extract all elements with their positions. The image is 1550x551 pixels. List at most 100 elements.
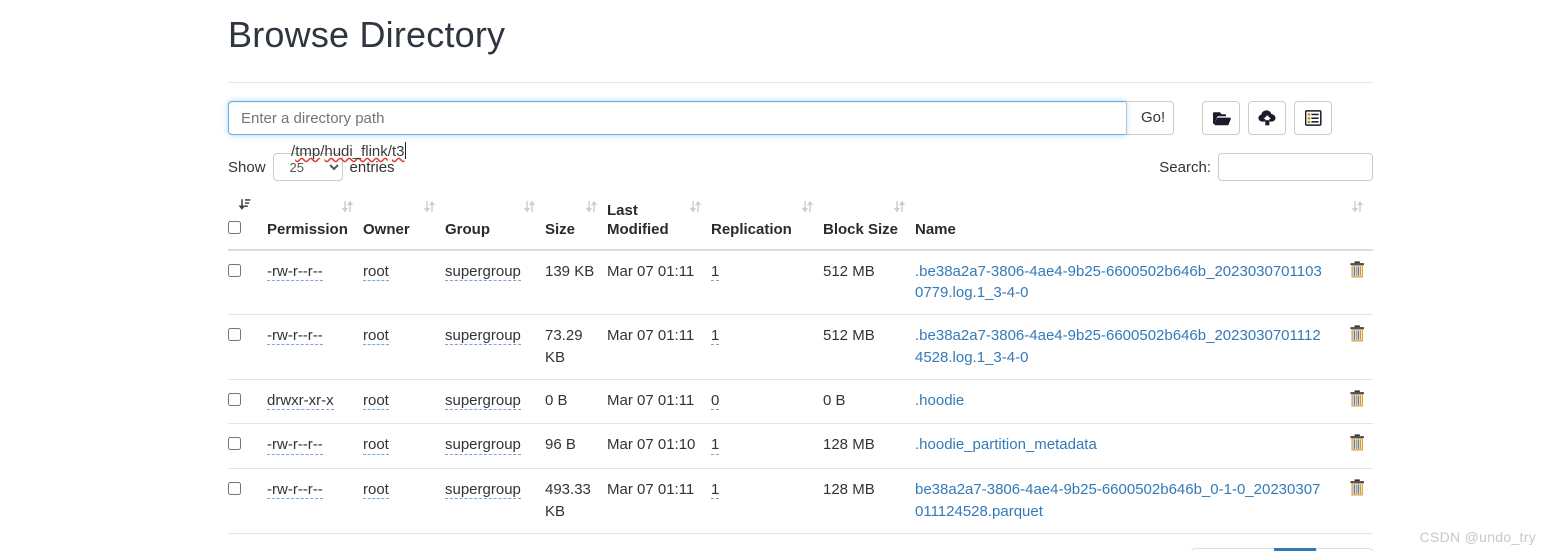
cell-group: supergroup [445, 468, 545, 534]
directory-path-input[interactable] [228, 101, 1126, 135]
page-title: Browse Directory [228, 14, 506, 55]
path-action-buttons [1202, 101, 1332, 135]
replication-value[interactable]: 1 [711, 327, 720, 346]
sort-both-icon [341, 200, 354, 219]
pagination-page-1[interactable]: 1 [1274, 547, 1317, 551]
owner-value[interactable]: root [363, 263, 389, 281]
column-header-group[interactable]: Group [445, 196, 545, 251]
cell-replication: 1 [711, 314, 823, 380]
pagination-next[interactable]: Next [1316, 547, 1373, 551]
delete-button[interactable] [1350, 434, 1365, 454]
cell-delete [1333, 249, 1373, 315]
show-entries-control: Show 25 entries [228, 153, 395, 181]
column-header-select-all[interactable] [228, 196, 253, 251]
cell-last-modified: Mar 07 01:10 [607, 423, 711, 469]
files-table-body: -rw-r--r-- root supergroup 139 KB Mar 07… [228, 249, 1373, 534]
delete-button[interactable] [1350, 389, 1365, 410]
row-checkbox[interactable] [228, 437, 241, 451]
replication-value[interactable]: 1 [711, 436, 720, 455]
permission-value[interactable]: -rw-r--r-- [267, 327, 323, 346]
cell-block-size: 128 MB [823, 423, 915, 469]
file-link[interactable]: .hoodie [915, 392, 964, 409]
watermark: CSDN @undo_try [1419, 529, 1536, 545]
permission-value[interactable]: -rw-r--r-- [267, 436, 323, 455]
column-header-label: Owner [363, 220, 410, 238]
row-select-cell [228, 423, 253, 469]
search-input[interactable] [1218, 153, 1373, 181]
replication-value[interactable]: 1 [711, 263, 720, 281]
sort-both-icon [585, 200, 598, 219]
permission-value[interactable]: drwxr-xr-x [267, 392, 334, 410]
permission-value[interactable]: -rw-r--r-- [267, 263, 323, 281]
column-header-last-modified[interactable]: Last Modified [607, 196, 711, 251]
cell-name: .hoodie_partition_metadata [915, 423, 1333, 469]
owner-value[interactable]: root [363, 481, 389, 500]
table-row: -rw-r--r-- root supergroup 96 B Mar 07 0… [228, 423, 1373, 469]
cell-last-modified: Mar 07 01:11 [607, 249, 711, 315]
owner-value[interactable]: root [363, 327, 389, 346]
row-checkbox[interactable] [228, 328, 241, 341]
sort-both-icon [1351, 200, 1364, 219]
delete-button[interactable] [1350, 325, 1365, 345]
group-value[interactable]: supergroup [445, 327, 521, 346]
group-value[interactable]: supergroup [445, 481, 521, 500]
sort-both-icon [423, 200, 436, 219]
row-checkbox[interactable] [228, 482, 241, 495]
cell-permission: drwxr-xr-x [253, 379, 363, 425]
delete-button[interactable] [1350, 260, 1365, 281]
path-input-group: /tmp/hudi_flink/t3 Go! [228, 101, 1174, 160]
cell-last-modified: Mar 07 01:11 [607, 379, 711, 425]
group-value[interactable]: supergroup [445, 392, 521, 410]
column-header-permission[interactable]: Permission [253, 196, 363, 251]
column-header-block-size[interactable]: Block Size [823, 196, 915, 251]
column-header-replication[interactable]: Replication [711, 196, 823, 251]
column-header-label: Last Modified [607, 202, 669, 238]
go-button[interactable]: Go! [1126, 101, 1174, 135]
page-container: Browse Directory /tmp/hudi_flink/t3 Go! [228, 0, 1373, 551]
cell-size: 493.33 KB [545, 468, 607, 534]
row-checkbox[interactable] [228, 392, 241, 406]
cell-group: supergroup [445, 314, 545, 380]
owner-value[interactable]: root [363, 436, 389, 455]
file-link[interactable]: .be38a2a7-3806-4ae4-9b25-6600502b646b_20… [915, 263, 1322, 302]
cell-size: 139 KB [545, 249, 607, 315]
search-label: Search: [1159, 158, 1211, 176]
select-all-checkbox[interactable] [228, 220, 241, 234]
cell-replication: 1 [711, 468, 823, 534]
group-value[interactable]: supergroup [445, 263, 521, 281]
cell-name: .be38a2a7-3806-4ae4-9b25-6600502b646b_20… [915, 249, 1333, 315]
sort-both-icon [801, 200, 814, 219]
cell-block-size: 512 MB [823, 249, 915, 315]
cell-delete [1333, 314, 1373, 380]
column-header-size[interactable]: Size [545, 196, 607, 251]
search-control: Search: [1159, 153, 1373, 181]
file-link[interactable]: .hoodie_partition_metadata [915, 436, 1097, 453]
cell-replication: 0 [711, 379, 823, 425]
group-value[interactable]: supergroup [445, 436, 521, 455]
cell-permission: -rw-r--r-- [253, 249, 363, 315]
cell-owner: root [363, 423, 445, 469]
files-table-head: Permission Owner Group Size Last Modifie… [228, 196, 1373, 251]
table-controls: Show 25 entries Search: [228, 152, 1373, 182]
pagination-previous[interactable]: Previous [1190, 547, 1275, 551]
cell-delete [1333, 423, 1373, 469]
folder-open-icon [1212, 110, 1231, 126]
owner-value[interactable]: root [363, 392, 389, 410]
cell-last-modified: Mar 07 01:11 [607, 468, 711, 534]
upload-button[interactable] [1248, 101, 1286, 135]
delete-button[interactable] [1350, 479, 1365, 499]
replication-value[interactable]: 0 [711, 392, 720, 410]
page-length-select[interactable]: 25 [272, 153, 343, 181]
replication-value[interactable]: 1 [711, 481, 720, 500]
file-link[interactable]: be38a2a7-3806-4ae4-9b25-6600502b646b_0-1… [915, 481, 1320, 520]
column-header-name[interactable]: Name [915, 196, 1373, 251]
new-directory-button[interactable] [1202, 101, 1240, 135]
permission-value[interactable]: -rw-r--r-- [267, 481, 323, 500]
cell-owner: root [363, 314, 445, 380]
row-checkbox[interactable] [228, 263, 241, 277]
column-header-label: Replication [711, 220, 792, 238]
column-header-owner[interactable]: Owner [363, 196, 445, 251]
file-link[interactable]: .be38a2a7-3806-4ae4-9b25-6600502b646b_20… [915, 327, 1321, 366]
trash-icon [1350, 479, 1365, 499]
cut-paste-button[interactable] [1294, 101, 1332, 135]
